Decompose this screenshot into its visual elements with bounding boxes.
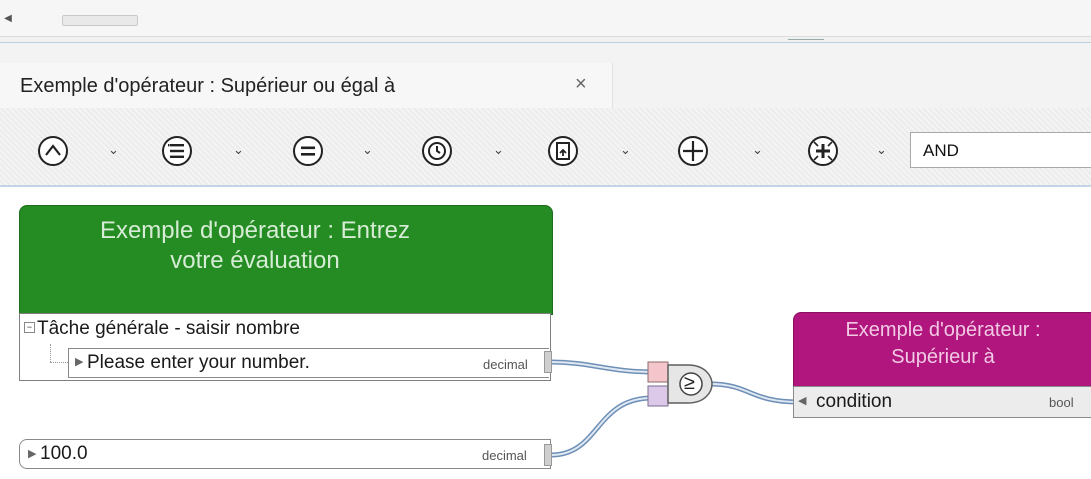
source-node-body[interactable]: − Tâche générale - saisir nombre ▶ Pleas… xyxy=(19,313,551,381)
field-type: decimal xyxy=(483,357,528,372)
document-circle-icon[interactable] xyxy=(546,134,580,168)
list-circle-icon[interactable] xyxy=(160,134,194,168)
scroll-left-icon[interactable]: ◀ xyxy=(0,10,16,28)
field-label: Please enter your number. xyxy=(87,352,310,373)
target-node-title: Exemple d'opérateur : Supérieur à xyxy=(845,319,1041,368)
task-label: Tâche générale - saisir nombre xyxy=(37,318,300,339)
chevron-down-icon[interactable]: ⌄ xyxy=(493,142,504,158)
chevron-down-icon[interactable]: ⌄ xyxy=(108,142,119,158)
chevron-down-icon[interactable]: ⌄ xyxy=(876,142,887,158)
input-arrow-icon: ◀ xyxy=(798,395,807,407)
tab-operator-example[interactable]: Exemple d'opérateur : Supérieur ou égal … xyxy=(0,63,613,108)
condition-input-row[interactable]: ◀ condition bool xyxy=(793,386,1091,418)
number-field-row[interactable]: ▶ Please enter your number. decimal xyxy=(68,348,549,378)
scrollbar-thumb[interactable] xyxy=(62,15,138,26)
constant-type: decimal xyxy=(482,448,527,463)
toolbar: ⌄ ⌄ ⌄ ⌄ ⌄ ⌄ ⌄ xyxy=(0,108,1091,187)
constant-value: 100.0 xyxy=(40,443,88,464)
close-icon[interactable]: × xyxy=(575,73,587,96)
output-port[interactable] xyxy=(544,444,552,466)
tab-title: Exemple d'opérateur : Supérieur ou égal … xyxy=(20,75,396,97)
operator-gte-symbol[interactable]: ≥ xyxy=(684,372,695,395)
constant-node[interactable]: ▶ 100.0 decimal xyxy=(19,439,551,469)
expand-arrow-icon[interactable]: ▶ xyxy=(75,355,83,368)
condition-label: condition xyxy=(816,391,893,412)
condition-type: bool xyxy=(1049,395,1074,410)
horizontal-scrollbar[interactable]: ◀ xyxy=(0,0,1091,37)
tree-line xyxy=(50,362,68,364)
task-row[interactable]: − Tâche générale - saisir nombre xyxy=(20,314,550,344)
tab-strip: Exemple d'opérateur : Supérieur ou égal … xyxy=(0,43,1091,108)
source-node-header[interactable]: Exemple d'opérateur : Entrez votre évalu… xyxy=(19,205,553,315)
source-node-title: Exemple d'opérateur : Entrez votre évalu… xyxy=(99,217,411,274)
expand-arrow-icon[interactable]: ▶ xyxy=(28,447,36,460)
clock-circle-icon[interactable] xyxy=(420,134,454,168)
equals-circle-icon[interactable] xyxy=(291,134,325,168)
splitter-grip xyxy=(788,39,824,40)
operator-field[interactable] xyxy=(910,132,1091,168)
plus-circle-icon[interactable] xyxy=(676,134,710,168)
tree-line xyxy=(50,344,52,362)
chevron-down-icon[interactable]: ⌄ xyxy=(362,142,373,158)
chevron-down-icon[interactable]: ⌄ xyxy=(620,142,631,158)
output-port[interactable] xyxy=(544,351,552,373)
chevron-down-icon[interactable]: ⌄ xyxy=(233,142,244,158)
plus-star-circle-icon[interactable] xyxy=(806,134,840,168)
target-node-header[interactable]: Exemple d'opérateur : Supérieur à xyxy=(793,312,1091,388)
operator-input[interactable] xyxy=(921,140,1085,162)
collapse-icon[interactable]: − xyxy=(24,322,35,333)
caret-up-circle-icon[interactable] xyxy=(36,134,70,168)
chevron-down-icon[interactable]: ⌄ xyxy=(752,142,763,158)
